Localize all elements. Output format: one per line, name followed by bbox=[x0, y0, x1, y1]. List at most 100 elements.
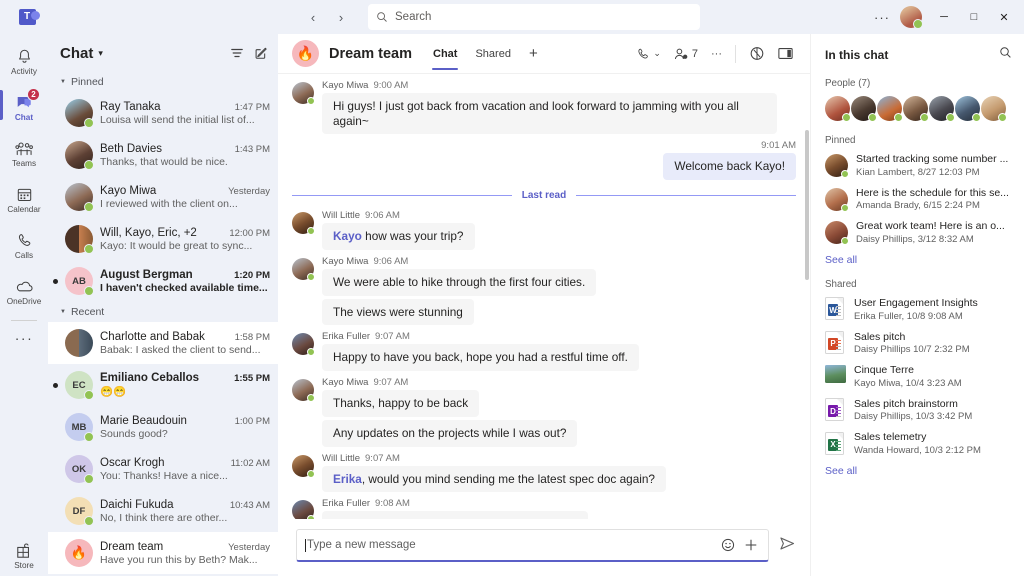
message-meta: Kayo Miwa 9:00 AM bbox=[322, 80, 796, 91]
message-input[interactable]: Type a new message bbox=[296, 529, 769, 562]
message-avatar bbox=[292, 331, 315, 374]
back-button[interactable]: ‹ bbox=[300, 4, 326, 30]
message-scrollbar[interactable] bbox=[805, 130, 809, 280]
message-bubble: Kayo how was your trip? bbox=[322, 223, 475, 250]
sidebar-item-calls[interactable]: Calls bbox=[0, 222, 48, 268]
list-item[interactable]: Charlotte and Babak 1:58 PM Babak: I asked… bbox=[48, 322, 278, 364]
sidebar-item-onedrive[interactable]: OneDrive bbox=[0, 268, 48, 314]
participants-button[interactable]: 7 bbox=[669, 41, 703, 67]
search-input[interactable]: Search bbox=[368, 4, 700, 30]
list-item[interactable]: EC Emiliano Ceballos 1:55 PM 😁😁 bbox=[48, 364, 278, 406]
message-author: Will Little bbox=[322, 210, 361, 222]
message-list[interactable]: Kayo Miwa 9:00 AM Hi guys! I just got bac… bbox=[278, 74, 810, 519]
chat-list-header: Chat ▾ bbox=[48, 34, 278, 72]
chat-unread-badge: 2 bbox=[27, 87, 40, 101]
avatar[interactable] bbox=[825, 96, 851, 122]
list-item[interactable]: MB Marie Beaudouin 1:00 PM Sounds good? bbox=[48, 406, 278, 448]
team-emoji: 🔥 bbox=[70, 545, 88, 560]
pinned-subtitle: Amanda Brady, 6/15 2:24 PM bbox=[856, 200, 980, 212]
list-item[interactable]: 🔥 Dream team Yesterday Have you run this b… bbox=[48, 532, 278, 574]
message-time: 9:06 AM bbox=[373, 255, 409, 267]
message-bubble: Thanks, happy to be back bbox=[322, 390, 480, 417]
shared-file-item[interactable]: Cinque Terre Kayo Miwa, 10/4 3:23 AM bbox=[825, 364, 1012, 389]
add-tab-button[interactable]: + bbox=[522, 34, 545, 74]
list-item[interactable]: Beth Davies 1:43 PM Thanks, that would be … bbox=[48, 134, 278, 176]
list-item[interactable]: DF Daichi Fukuda 10:43 AM No, I think ther… bbox=[48, 490, 278, 532]
sidebar-item-store[interactable]: Store bbox=[14, 543, 34, 570]
presence-available-icon bbox=[84, 244, 94, 254]
chat-preview: Sounds good? bbox=[100, 427, 168, 440]
pinned-subtitle: Daisy Phillips, 3/12 8:32 AM bbox=[856, 233, 974, 245]
tab-chat[interactable]: Chat bbox=[426, 34, 464, 74]
forward-button[interactable]: › bbox=[328, 4, 354, 30]
chevron-down-icon[interactable]: ▾ bbox=[98, 48, 103, 59]
pinned-title: Great work team! Here is an o... bbox=[856, 220, 1005, 233]
sidebar-item-activity[interactable]: Activity bbox=[0, 38, 48, 84]
avatar[interactable] bbox=[929, 96, 955, 122]
tab-shared[interactable]: Shared bbox=[468, 34, 517, 74]
shared-file-item[interactable]: D Sales pitch brainstorm Daisy Phillips, … bbox=[825, 398, 1012, 422]
list-item[interactable]: Ray Tanaka 1:47 PM Louisa will send the in… bbox=[48, 92, 278, 134]
message-time: 9:06 AM bbox=[365, 210, 400, 222]
pinned-message-item[interactable]: Here is the schedule for this se... Amand… bbox=[825, 187, 1012, 212]
avatar[interactable] bbox=[955, 96, 981, 122]
chat-name: Emiliano Ceballos bbox=[100, 372, 200, 384]
mention[interactable]: Erika bbox=[333, 472, 362, 486]
sidebar-item-chat[interactable]: 2 Chat bbox=[0, 84, 48, 130]
minimize-button[interactable]: ─ bbox=[930, 2, 958, 32]
message-incoming: Erika Fuller 9:07 AM Happy to have you ba… bbox=[292, 331, 796, 374]
avatar[interactable] bbox=[981, 96, 1007, 122]
sidebar-item-teams[interactable]: Teams bbox=[0, 130, 48, 176]
shared-file-item[interactable]: P Sales pitch Daisy Phillips 10/7 2:32 PM bbox=[825, 331, 1012, 355]
chat-time: 1:55 PM bbox=[234, 373, 270, 384]
presence-available-icon bbox=[84, 432, 94, 442]
settings-more-button[interactable]: ··· bbox=[868, 4, 896, 30]
message-time: 9:07 AM bbox=[365, 452, 400, 464]
search-icon bbox=[377, 12, 387, 22]
list-item[interactable]: OK Oscar Krogh 11:02 AM You: Thanks! Have … bbox=[48, 448, 278, 490]
pinned-message-item[interactable]: Great work team! Here is an o... Daisy Ph… bbox=[825, 220, 1012, 246]
shared-file-subtitle: Erika Fuller, 10/8 9:08 AM bbox=[854, 310, 963, 322]
list-item[interactable]: Will, Kayo, Eric, +2 12:00 PM Kayo: It wou… bbox=[48, 218, 278, 260]
call-button[interactable]: ⌄ bbox=[631, 41, 666, 67]
shared-see-all-link[interactable]: See all bbox=[825, 465, 1012, 477]
compose-icon[interactable] bbox=[254, 46, 268, 60]
shared-file-item[interactable]: W User Engagement Insights Erika Fuller, … bbox=[825, 297, 1012, 322]
sidebar-item-label: Activity bbox=[11, 66, 37, 76]
search-icon[interactable] bbox=[999, 46, 1012, 64]
filter-icon[interactable] bbox=[230, 46, 244, 60]
pinned-message-item[interactable]: Started tracking some number ... Kian Lam… bbox=[825, 153, 1012, 178]
sidebar-item-label: Chat bbox=[14, 112, 34, 122]
chat-list-title: Chat bbox=[60, 44, 94, 62]
message-time: 9:08 AM bbox=[375, 498, 410, 510]
send-icon[interactable] bbox=[779, 536, 796, 555]
mention[interactable]: Kayo bbox=[333, 229, 362, 243]
group-header[interactable]: ▼ Pinned bbox=[48, 72, 278, 92]
message-bubble: Welcome back Kayo! bbox=[663, 153, 796, 181]
shared-file-item[interactable]: X Sales telemetry Wanda Howard, 10/3 2:12… bbox=[825, 431, 1012, 456]
conversation-more-button[interactable]: ··· bbox=[706, 41, 727, 67]
chat-list-scroll[interactable]: ▼ Pinned Ray Tanaka 1:47 PM Louisa will se… bbox=[48, 72, 278, 576]
conversation-pane: 🔥 Dream team Chat Shared + ⌄ 7 ··· Kayo … bbox=[278, 34, 810, 576]
avatar[interactable] bbox=[877, 96, 903, 122]
file-link[interactable]: User Engagement Insights.docx bbox=[410, 517, 577, 519]
close-button[interactable]: ✕ bbox=[990, 2, 1018, 32]
user-avatar[interactable] bbox=[900, 6, 923, 29]
sidebar-item-calendar[interactable]: Calendar bbox=[0, 176, 48, 222]
plus-icon[interactable] bbox=[744, 538, 758, 552]
unread-dot bbox=[53, 278, 58, 284]
meet-now-button[interactable] bbox=[744, 41, 770, 67]
list-item[interactable]: AB August Bergman 1:20 PM I haven't checke… bbox=[48, 260, 278, 302]
pinned-see-all-link[interactable]: See all bbox=[825, 254, 1012, 266]
avatar[interactable] bbox=[903, 96, 929, 122]
chevron-down-icon: ▼ bbox=[60, 79, 66, 85]
presence-available-icon bbox=[84, 516, 94, 526]
group-header[interactable]: ▼ Recent bbox=[48, 302, 278, 322]
maximize-button[interactable]: □ bbox=[960, 2, 988, 32]
emoji-icon[interactable] bbox=[721, 538, 735, 552]
rail-more-apps-button[interactable]: ··· bbox=[0, 323, 48, 353]
list-item[interactable]: Kayo Miwa Yesterday I reviewed with the cl… bbox=[48, 176, 278, 218]
message-author: Will Little bbox=[322, 452, 361, 464]
side-panel-button[interactable] bbox=[773, 41, 798, 67]
avatar[interactable] bbox=[851, 96, 877, 122]
